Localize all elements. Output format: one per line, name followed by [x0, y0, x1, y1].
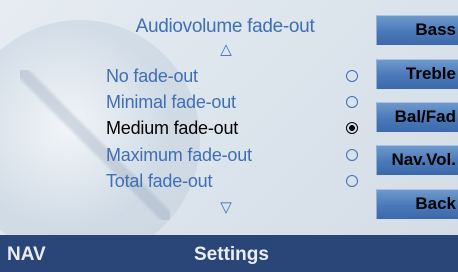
option-label: No fade-out — [106, 66, 198, 86]
scroll-down-arrow-icon[interactable]: ▽ — [214, 200, 238, 215]
nav-label[interactable]: NAV — [7, 244, 46, 266]
option-medium-fade-out[interactable]: Medium fade-out — [106, 118, 366, 142]
option-label: Minimal fade-out — [106, 92, 236, 112]
bass-button[interactable]: Bass — [376, 15, 458, 45]
nav-volume-button[interactable]: Nav.Vol. — [376, 145, 458, 175]
balance-fader-button[interactable]: Bal/Fad — [376, 102, 458, 132]
option-label: Total fade-out — [106, 171, 213, 191]
bottom-status-bar: NAV Settings — [0, 235, 458, 272]
radio-icon[interactable] — [346, 175, 358, 187]
radio-icon[interactable] — [346, 70, 358, 82]
radio-icon[interactable] — [346, 96, 358, 108]
option-label: Maximum fade-out — [106, 145, 252, 165]
main-screen: Audiovolume fade-out △ No fade-out Minim… — [0, 0, 458, 235]
radio-selected-icon[interactable] — [346, 122, 358, 134]
scroll-up-arrow-icon[interactable]: △ — [214, 42, 238, 57]
back-button[interactable]: Back — [376, 189, 458, 219]
treble-button[interactable]: Treble — [376, 59, 458, 89]
radio-icon[interactable] — [346, 149, 358, 161]
option-total-fade-out[interactable]: Total fade-out — [106, 171, 366, 195]
menu-title: Audiovolume fade-out — [135, 16, 315, 37]
option-minimal-fade-out[interactable]: Minimal fade-out — [106, 92, 366, 116]
option-maximum-fade-out[interactable]: Maximum fade-out — [106, 145, 366, 169]
settings-label: Settings — [194, 244, 269, 265]
option-label: Medium fade-out — [106, 118, 239, 138]
option-no-fade-out[interactable]: No fade-out — [106, 66, 366, 90]
